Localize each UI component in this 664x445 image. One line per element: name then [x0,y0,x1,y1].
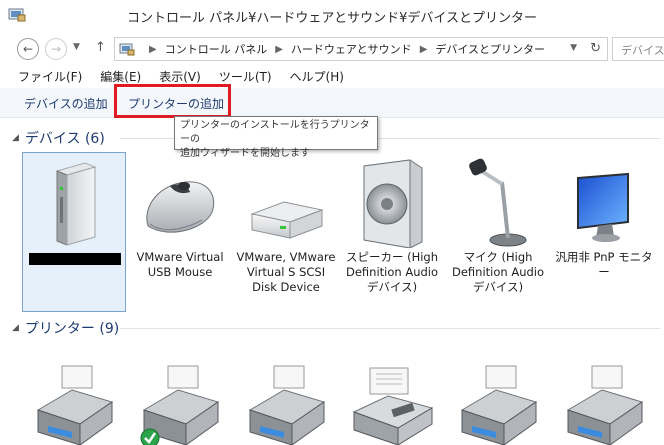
window-title: コントロール パネル¥ハードウェアとサウンド¥デバイスとプリンター [126,11,538,26]
collapse-triangle-icon[interactable]: ◢ [12,323,19,333]
menu-bar: ファイル(F) 編集(E) 表示(V) ツール(T) ヘルプ(H) [0,68,664,88]
menu-file[interactable]: ファイル(F) [18,68,82,88]
mouse-icon [146,181,215,233]
device-label: 汎用非 PnP モニター [555,250,653,279]
printers-group-header[interactable]: ◢ プリンター (9) [12,318,660,338]
speaker-icon [363,159,423,248]
breadcrumb-hardware-and-sound[interactable]: ハードウェアとサウンド [291,41,412,57]
printer-tile[interactable] [234,348,338,445]
tooltip-line: プリンターのインストールを行うプリンターの [180,120,370,145]
address-toolbar: ← → ▼ ↑ ▶ コントロール パネル ▶ ハードウェアとサウンド ▶ デバイ… [0,32,664,66]
device-label: マイク (High Definition Audio デバイス) [451,250,545,294]
device-tile-scsi-disk[interactable]: VMware, VMware Virtual S SCSI Disk Devic… [234,152,338,312]
forward-arrow-icon[interactable]: → [45,38,67,60]
device-tile-usb-mouse[interactable]: VMware Virtual USB Mouse [128,152,232,312]
printer-tile[interactable] [22,348,126,445]
command-bar: デバイスの追加 プリンターの追加 [0,88,664,118]
device-label: VMware, VMware Virtual S SCSI Disk Devic… [236,250,336,294]
device-label: VMware Virtual USB Mouse [136,250,224,279]
printer-tile[interactable] [446,348,550,445]
back-arrow-icon[interactable]: ← [17,38,39,60]
tooltip-line: 追加ウィザードを開始します [180,148,310,159]
collapse-triangle-icon[interactable]: ◢ [12,133,19,143]
address-bar[interactable]: ▶ コントロール パネル ▶ ハードウェアとサウンド ▶ デバイスとプリンター … [114,37,608,61]
printer-tile-default[interactable] [128,348,232,445]
printer-icon [460,365,538,445]
printers-group-title: プリンター (9) [24,321,120,337]
monitor-icon [577,172,629,242]
printer-icon [36,365,114,445]
control-panel-icon [119,43,135,56]
title-bar: コントロール パネル¥ハードウェアとサウンド¥デバイスとプリンター [0,0,664,32]
recent-pages-dropdown-icon[interactable]: ▼ [73,42,80,52]
device-tile-computer[interactable] [22,152,126,312]
breadcrumb-control-panel[interactable]: コントロール パネル [165,41,268,57]
devices-group-header[interactable]: ◢ デバイス (6) [12,128,660,148]
printer-tile[interactable] [552,348,656,445]
microphone-icon [469,158,527,247]
redacted-label [29,253,121,265]
printer-icon [566,365,644,445]
chevron-right-icon[interactable]: ▶ [149,44,157,55]
device-label: スピーカー (High Definition Audio デバイス) [345,250,439,294]
computer-tower-icon [55,162,97,246]
device-tile-microphone[interactable]: マイク (High Definition Audio デバイス) [446,152,550,312]
device-tile-monitor[interactable]: 汎用非 PnP モニター [552,152,656,312]
add-printer-tooltip: プリンターのインストールを行うプリンターの 追加ウィザードを開始します [174,116,378,159]
fax-tile[interactable] [340,348,444,445]
highlight-annotation [114,84,231,118]
fax-icon [352,367,434,445]
hard-disk-icon [250,201,324,239]
up-arrow-icon[interactable]: ↑ [95,40,106,55]
menu-help[interactable]: ヘルプ(H) [290,68,344,88]
chevron-right-icon[interactable]: ▶ [420,44,428,55]
device-tile-speaker[interactable]: スピーカー (High Definition Audio デバイス) [340,152,444,312]
refresh-icon[interactable]: ↻ [590,41,601,56]
devices-and-printers-window: コントロール パネル¥ハードウェアとサウンド¥デバイスとプリンター ← → ▼ … [0,0,664,445]
printer-icon [140,365,220,445]
devices-group-title: デバイス (6) [24,131,105,147]
add-device-button[interactable]: デバイスの追加 [24,95,108,112]
search-input[interactable]: デバイスとプ [612,37,664,61]
chevron-right-icon[interactable]: ▶ [275,44,283,55]
group-divider [120,328,660,329]
printer-icon [248,365,326,445]
breadcrumb-devices-and-printers[interactable]: デバイスとプリンター [435,41,545,57]
chevron-down-icon[interactable]: ▼ [570,43,577,53]
